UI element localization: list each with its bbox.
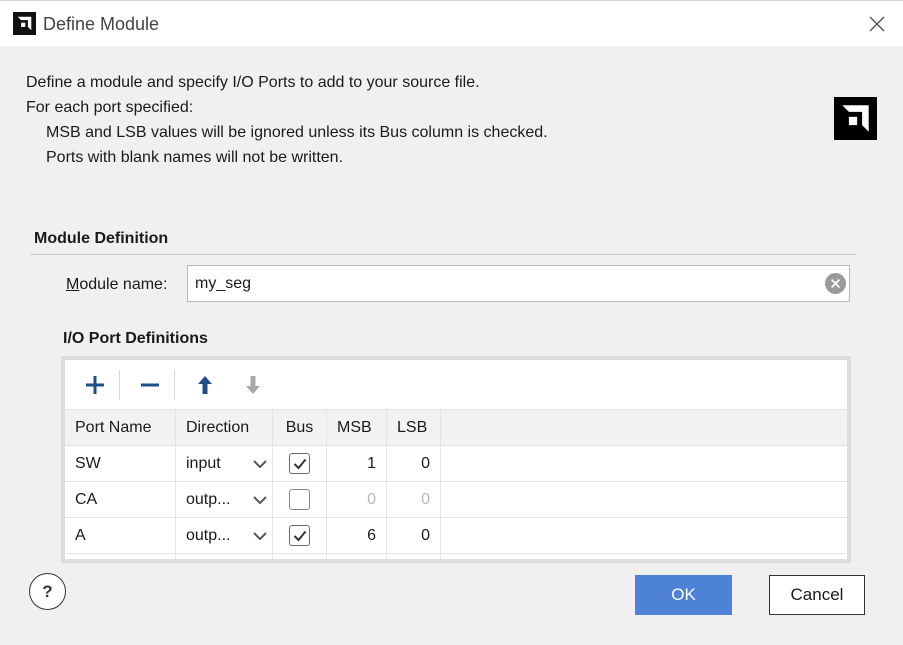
direction-value: outp... (186, 490, 231, 508)
table-row[interactable]: A outp... 6 0 (65, 518, 847, 554)
lsb-cell[interactable]: 0 (387, 446, 441, 481)
lsb-cell[interactable]: 0 (387, 482, 441, 517)
column-header-bus[interactable]: Bus (273, 410, 327, 445)
row-filler (441, 554, 847, 559)
title-bar: Define Module (0, 0, 903, 46)
table-toolbar (65, 360, 847, 409)
bus-checkbox[interactable] (289, 453, 310, 474)
empty-cell (387, 554, 441, 559)
port-name-cell[interactable]: SW (65, 446, 176, 481)
module-name-label: Module name: (66, 276, 167, 294)
help-button[interactable]: ? (29, 573, 66, 610)
arrow-down-icon (246, 375, 260, 394)
empty-cell (327, 554, 387, 559)
module-definition-title: Module Definition (34, 230, 169, 247)
checkmark-icon (293, 458, 306, 469)
chevron-down-icon[interactable] (252, 459, 268, 469)
ok-button[interactable]: OK (635, 575, 732, 615)
bus-checkbox[interactable] (289, 525, 310, 546)
empty-cell (176, 554, 273, 559)
clear-input-button[interactable] (825, 273, 846, 294)
direction-cell[interactable]: input (176, 446, 273, 481)
column-header-port-name[interactable]: Port Name (65, 410, 176, 445)
chevron-down-icon[interactable] (252, 495, 268, 505)
msb-cell[interactable]: 1 (327, 446, 387, 481)
move-down-button[interactable] (235, 367, 271, 403)
section-divider (30, 254, 856, 255)
close-icon (869, 16, 885, 32)
table-row[interactable]: CA outp... 0 0 (65, 482, 847, 518)
toolbar-separator (119, 369, 120, 400)
add-port-button[interactable] (77, 367, 113, 403)
table-header-row: Port Name Direction Bus MSB LSB (65, 409, 847, 446)
bus-cell (273, 518, 327, 553)
description-line-1: Define a module and specify I/O Ports to… (26, 74, 480, 91)
table-row[interactable]: SW input 1 0 (65, 446, 847, 482)
description-line-4: Ports with blank names will not be writt… (46, 149, 344, 166)
description-line-2: For each port specified: (26, 99, 194, 116)
close-button[interactable] (865, 12, 889, 36)
toolbar-separator (174, 369, 175, 400)
arrow-up-icon (198, 375, 212, 394)
io-port-definitions-title: I/O Port Definitions (63, 330, 208, 347)
table-row-partial (65, 554, 847, 559)
description: Define a module and specify I/O Ports to… (26, 70, 548, 170)
direction-value: input (186, 454, 221, 472)
column-header-msb[interactable]: MSB (327, 410, 387, 445)
description-line-3: MSB and LSB values will be ignored unles… (46, 124, 548, 141)
port-name-cell[interactable]: CA (65, 482, 176, 517)
module-name-input[interactable] (187, 265, 850, 302)
module-name-label-mnemonic: M (66, 276, 80, 293)
cancel-button[interactable]: Cancel (769, 575, 865, 615)
port-grid: Port Name Direction Bus MSB LSB SW input (65, 409, 847, 559)
bus-cell (273, 482, 327, 517)
empty-cell (65, 554, 176, 559)
checkmark-icon (293, 530, 306, 541)
clear-icon (831, 279, 840, 288)
amd-brand-logo-icon (834, 97, 877, 140)
column-header-lsb[interactable]: LSB (387, 410, 441, 445)
plus-icon (86, 375, 104, 394)
msb-cell[interactable]: 0 (327, 482, 387, 517)
amd-logo-icon (13, 12, 36, 35)
port-name-cell[interactable]: A (65, 518, 176, 553)
remove-port-button[interactable] (132, 367, 168, 403)
column-header-direction[interactable]: Direction (176, 410, 273, 445)
empty-cell (273, 554, 327, 559)
column-header-filler (441, 410, 847, 445)
window-title: Define Module (43, 14, 160, 34)
module-name-label-rest: odule name: (79, 276, 168, 293)
move-up-button[interactable] (187, 367, 223, 403)
direction-value: outp... (186, 526, 231, 544)
minus-icon (141, 383, 159, 386)
lsb-cell[interactable]: 0 (387, 518, 441, 553)
msb-cell[interactable]: 6 (327, 518, 387, 553)
io-port-table: Port Name Direction Bus MSB LSB SW input (61, 356, 851, 563)
row-filler (441, 482, 847, 517)
chevron-down-icon[interactable] (252, 531, 268, 541)
row-filler (441, 446, 847, 481)
direction-cell[interactable]: outp... (176, 518, 273, 553)
row-filler (441, 518, 847, 553)
direction-cell[interactable]: outp... (176, 482, 273, 517)
bus-cell (273, 446, 327, 481)
bus-checkbox[interactable] (289, 489, 310, 510)
